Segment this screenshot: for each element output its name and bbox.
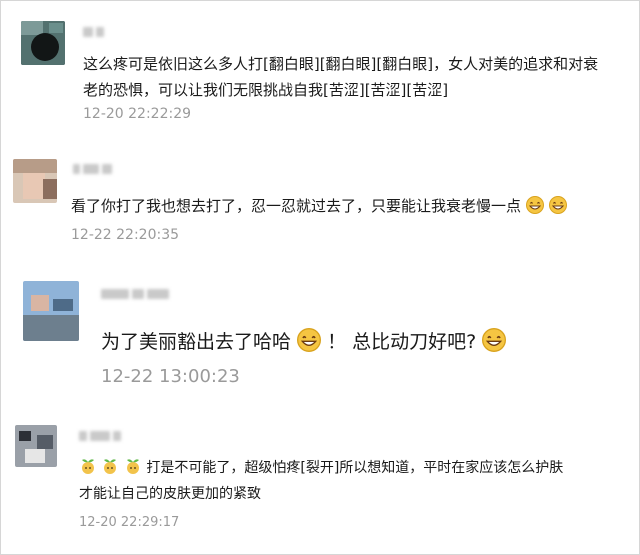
username-redacted xyxy=(79,429,121,443)
avatar[interactable] xyxy=(21,21,65,65)
comment-text-content: 打是不可能了，超级怕疼[裂开]所以想知道，平时在家应该怎么护肤 xyxy=(146,460,564,476)
timestamp: 12-22 22:20:35 xyxy=(71,227,180,243)
comment-text: 看了你打了我也想去打了，忍一忍就过去了，只要能让我衰老慢一点 xyxy=(71,195,567,218)
sprout-person-icon xyxy=(79,457,97,479)
username-redacted xyxy=(73,162,112,176)
comment-text: 老的恐惧，可以让我们无限挑战自我[苦涩][苦涩][苦涩] xyxy=(83,81,449,99)
comment-text-content: 看了你打了我也想去打了，忍一忍就过去了，只要能让我衰老慢一点 xyxy=(71,197,522,215)
comment-card: 看了你打了我也想去打了，忍一忍就过去了，只要能让我衰老慢一点 12-22 22:… xyxy=(1,151,639,261)
comment-card: 为了美丽豁出去了哈哈 ！ 总比动刀好吧? 12-22 13:00:23 xyxy=(1,271,639,399)
username-redacted xyxy=(101,287,169,301)
comment-text-content: ！ 总比动刀好吧? xyxy=(327,331,477,353)
grinning-face-icon xyxy=(525,195,544,218)
grinning-face-icon xyxy=(297,328,322,357)
comment-text: 为了美丽豁出去了哈哈 ！ 总比动刀好吧? xyxy=(101,327,507,357)
grinning-face-icon xyxy=(548,195,567,218)
timestamp: 12-20 22:22:29 xyxy=(83,106,192,122)
comment-text: 这么疼可是依旧这么多人打[翻白眼][翻白眼][翻白眼]，女人对美的追求和对衰 xyxy=(83,55,599,73)
sprout-person-icon xyxy=(101,457,119,479)
comment-card: 这么疼可是依旧这么多人打[翻白眼][翻白眼][翻白眼]，女人对美的追求和对衰 老… xyxy=(1,1,639,141)
comment-text-content: 为了美丽豁出去了哈哈 xyxy=(101,331,292,353)
avatar[interactable] xyxy=(13,159,57,203)
sprout-person-icon xyxy=(124,457,142,479)
comment-text: 才能让自己的皮肤更加的紧致 xyxy=(79,486,261,502)
comment-screenshot-frame: 这么疼可是依旧这么多人打[翻白眼][翻白眼][翻白眼]，女人对美的追求和对衰 老… xyxy=(0,0,640,555)
username-redacted xyxy=(83,25,104,39)
avatar[interactable] xyxy=(15,425,57,467)
timestamp: 12-22 13:00:23 xyxy=(101,366,240,387)
avatar[interactable] xyxy=(23,281,79,341)
comment-card: 打是不可能了，超级怕疼[裂开]所以想知道，平时在家应该怎么护肤 才能让自己的皮肤… xyxy=(1,411,639,551)
timestamp: 12-20 22:29:17 xyxy=(79,515,180,530)
grinning-face-icon xyxy=(482,328,507,357)
comment-text: 打是不可能了，超级怕疼[裂开]所以想知道，平时在家应该怎么护肤 xyxy=(79,457,563,479)
